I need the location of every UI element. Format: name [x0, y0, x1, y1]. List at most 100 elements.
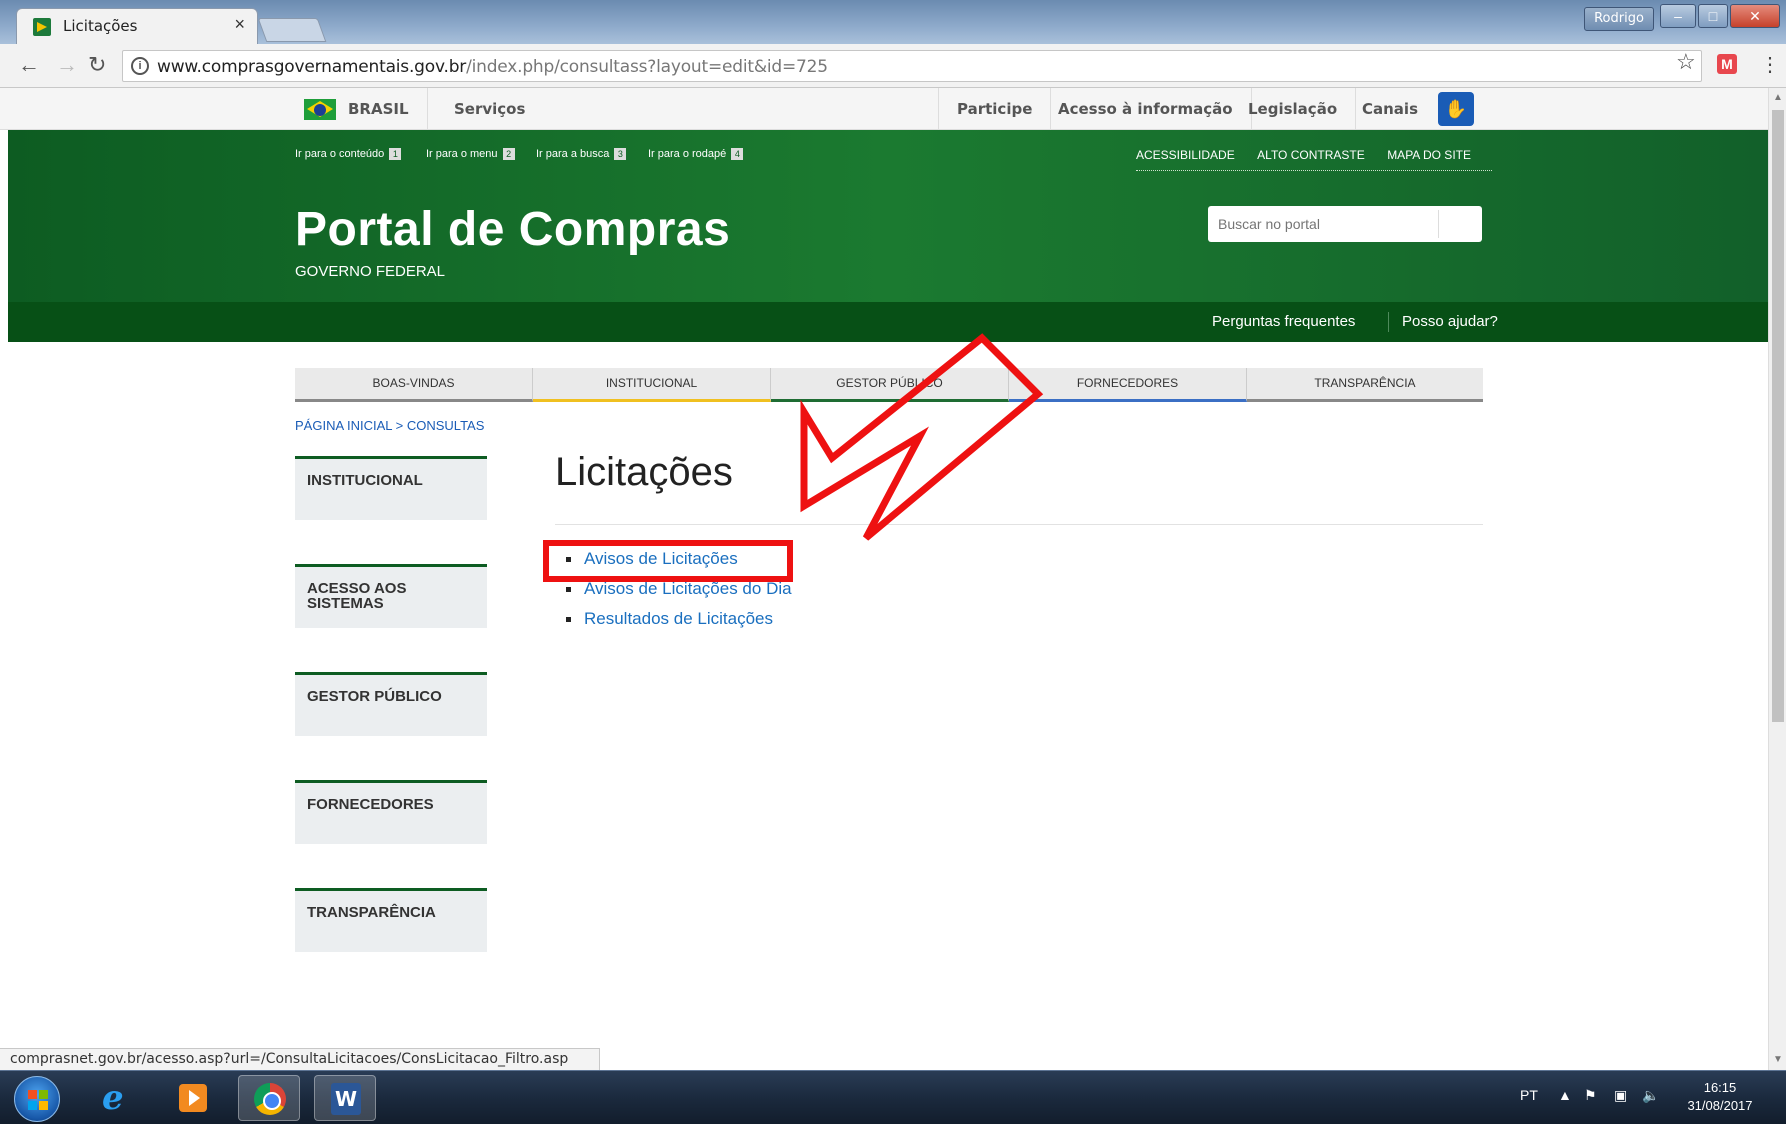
maximize-icon[interactable]: □: [1698, 4, 1728, 28]
page-title: Licitações: [555, 450, 733, 494]
taskbar-chrome[interactable]: [238, 1075, 300, 1121]
portal-title[interactable]: Portal de Compras: [295, 202, 730, 257]
info-icon[interactable]: i: [131, 57, 149, 75]
search-button[interactable]: [1438, 210, 1478, 238]
taskbar-word[interactable]: W: [314, 1075, 376, 1121]
skip-link-key: 2: [502, 148, 515, 160]
skip-link-key: 1: [389, 148, 402, 160]
browser-toolbar: ← → ↻ i www.comprasgovernamentais.gov.br…: [0, 44, 1786, 88]
reload-icon[interactable]: ↻: [88, 52, 106, 78]
chrome-icon: [254, 1083, 286, 1115]
status-url: comprasnet.gov.br/acesso.asp?url=/Consul…: [0, 1048, 600, 1070]
back-icon[interactable]: ←: [18, 52, 40, 78]
browser-menu-icon[interactable]: ⋮: [1760, 52, 1780, 77]
system-clock[interactable]: 16:15 31/08/2017: [1680, 1079, 1760, 1115]
tray-expand-icon[interactable]: ▲: [1558, 1087, 1572, 1103]
annotation-arrow-icon: [800, 333, 1044, 541]
language-indicator[interactable]: PT: [1520, 1087, 1538, 1103]
internet-explorer-icon: e: [102, 1078, 124, 1118]
bookmark-star-icon[interactable]: ☆: [1676, 49, 1696, 75]
close-window-icon[interactable]: ✕: [1730, 4, 1780, 28]
new-tab-button[interactable]: [257, 18, 327, 42]
tab-close-icon[interactable]: ×: [234, 14, 245, 35]
profile-button[interactable]: Rodrigo: [1584, 7, 1654, 31]
portal-favicon-icon: [33, 18, 51, 36]
sidebar-item-acesso-aos-sistemas[interactable]: ACESSO AOS SISTEMAS: [295, 564, 487, 628]
portal-header: Ir para o conteúdo 1 Ir para o menu 2 Ir…: [8, 130, 1768, 302]
sidebar-item-label: INSTITUCIONAL: [307, 472, 423, 489]
tab-transparencia[interactable]: TRANSPARÊNCIA: [1247, 368, 1483, 402]
clock-date: 31/08/2017: [1687, 1098, 1753, 1113]
page-viewport: BRASIL Serviços Participe Acesso à infor…: [0, 88, 1768, 1070]
windows-taskbar: e W PT ▲ ⚑ ▣ 🔈 16:15 31/08/2017: [0, 1070, 1786, 1124]
clock-time: 16:15: [1703, 1080, 1737, 1095]
sidebar-item-label: TRANSPARÊNCIA: [307, 904, 436, 921]
scrollbar-thumb[interactable]: [1772, 110, 1784, 722]
url-path: /index.php/consultass?layout=edit&id=725: [466, 57, 828, 77]
scroll-up-icon[interactable]: ▲: [1773, 92, 1783, 103]
skip-link-footer[interactable]: Ir para o rodapé 4: [648, 148, 744, 160]
portal-subtitle: GOVERNO FEDERAL: [295, 263, 446, 280]
sidebar-item-transparencia[interactable]: TRANSPARÊNCIA: [295, 888, 487, 952]
search-box: [1208, 206, 1482, 242]
skip-link-key: 3: [614, 148, 627, 160]
tab-boas-vindas[interactable]: BOAS-VINDAS: [295, 368, 533, 402]
skip-link-label: Ir para a busca: [536, 148, 610, 160]
tab-title: Licitações: [63, 17, 138, 35]
browser-titlebar: Licitações × Rodrigo – □ ✕: [0, 0, 1786, 44]
gov-brasil-link[interactable]: BRASIL: [330, 88, 428, 130]
extension-m-icon[interactable]: M: [1717, 54, 1737, 74]
sidebar-item-fornecedores[interactable]: FORNECEDORES: [295, 780, 487, 844]
sidebar-item-label: FORNECEDORES: [307, 796, 434, 813]
forward-icon[interactable]: →: [56, 52, 78, 78]
address-bar[interactable]: i www.comprasgovernamentais.gov.br/index…: [122, 50, 1702, 82]
skip-link-label: Ir para o conteúdo: [295, 148, 385, 160]
sidebar-item-gestor-publico[interactable]: GESTOR PÚBLICO: [295, 672, 487, 736]
gov-legislacao-link[interactable]: Legislação: [1230, 88, 1357, 130]
skip-link-content[interactable]: Ir para o conteúdo 1: [295, 148, 402, 160]
scroll-down-icon[interactable]: ▼: [1773, 1054, 1783, 1065]
search-input[interactable]: [1208, 206, 1438, 242]
sidebar-item-institucional[interactable]: INSTITUCIONAL: [295, 456, 487, 520]
gov-acesso-link[interactable]: Acesso à informação: [1040, 88, 1252, 130]
gov-canais-link[interactable]: Canais: [1344, 88, 1436, 130]
address-url: www.comprasgovernamentais.gov.br/index.p…: [157, 57, 828, 77]
browser-tab[interactable]: Licitações ×: [16, 8, 258, 44]
accessibility-links: ACESSIBILIDADE ALTO CONTRASTE MAPA DO SI…: [1136, 146, 1492, 171]
tab-institucional[interactable]: INSTITUCIONAL: [533, 368, 771, 402]
skip-link-menu[interactable]: Ir para o menu 2: [426, 148, 515, 160]
minimize-icon[interactable]: –: [1660, 4, 1696, 28]
help-link[interactable]: Posso ajudar?: [1402, 313, 1498, 330]
breadcrumb[interactable]: PÁGINA INICIAL > CONSULTAS: [295, 418, 484, 433]
skip-link-key: 4: [731, 148, 744, 160]
window-controls: – □ ✕: [1660, 4, 1784, 30]
word-icon: W: [331, 1083, 361, 1115]
url-host: www.comprasgovernamentais.gov.br: [157, 57, 467, 77]
highlight-box: [543, 540, 793, 582]
acessibilidade-link[interactable]: ACESSIBILIDADE: [1136, 148, 1235, 162]
libras-hand-icon[interactable]: ✋: [1438, 92, 1474, 126]
faq-link[interactable]: Perguntas frequentes: [1212, 313, 1355, 330]
alto-contraste-link[interactable]: ALTO CONTRASTE: [1257, 148, 1365, 162]
flag-globe: [314, 104, 326, 116]
gov-participe-link[interactable]: Participe: [938, 88, 1052, 130]
list-item-resultados-licitacoes[interactable]: Resultados de Licitações: [566, 609, 792, 639]
volume-icon[interactable]: 🔈: [1642, 1087, 1659, 1104]
action-center-flag-icon[interactable]: ⚑: [1584, 1087, 1597, 1104]
start-button-icon[interactable]: [14, 1076, 60, 1122]
sidebar-item-label: GESTOR PÚBLICO: [307, 688, 442, 705]
skip-link-search[interactable]: Ir para a busca 3: [536, 148, 627, 160]
mapa-do-site-link[interactable]: MAPA DO SITE: [1387, 148, 1471, 162]
sidebar-item-label: ACESSO AOS SISTEMAS: [307, 580, 407, 612]
list-item-avisos-licitacoes-dia[interactable]: Avisos de Licitações do Dia: [566, 579, 792, 609]
taskbar-ie[interactable]: e: [86, 1075, 148, 1121]
taskbar-media-player[interactable]: [162, 1075, 224, 1121]
subheader-divider: [1388, 312, 1389, 332]
skip-link-label: Ir para o rodapé: [648, 148, 727, 160]
page-scrollbar[interactable]: ▲ ▼: [1768, 88, 1786, 1070]
gov-servicos-link[interactable]: Serviços: [436, 88, 543, 130]
skip-link-label: Ir para o menu: [426, 148, 498, 160]
gov-bar: BRASIL Serviços Participe Acesso à infor…: [0, 88, 1768, 130]
network-icon[interactable]: ▣: [1614, 1087, 1627, 1104]
media-player-icon: [179, 1084, 207, 1112]
